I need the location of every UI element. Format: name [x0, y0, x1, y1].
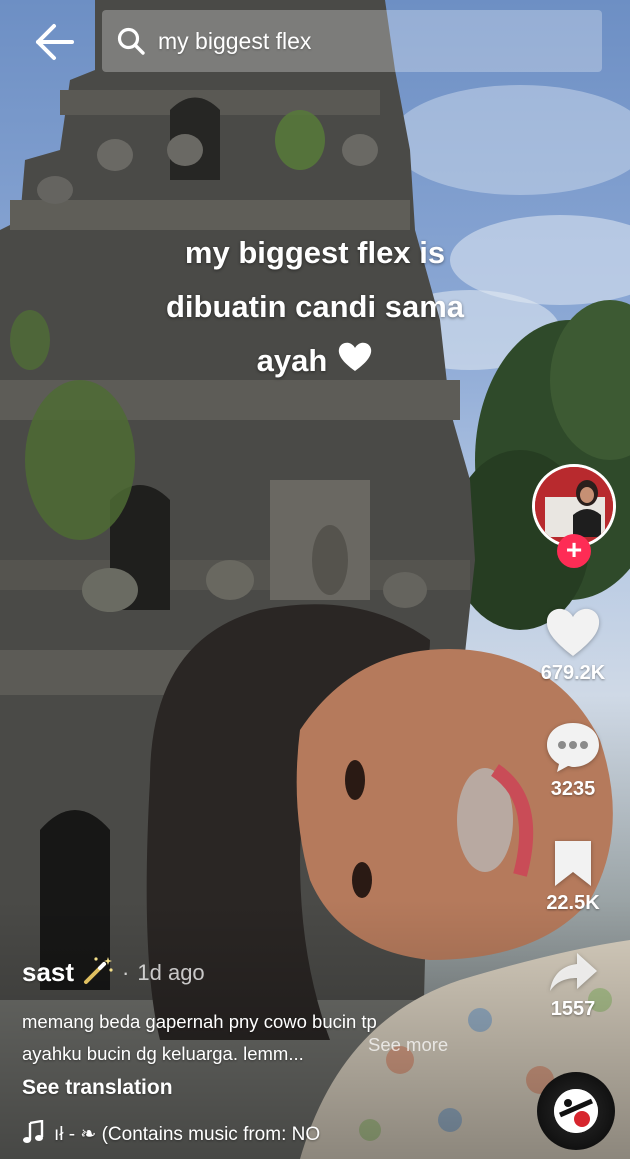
author-row: sast · 1d ago	[22, 955, 205, 990]
search-icon	[117, 27, 145, 55]
overlay-caption-line: my biggest flex is	[184, 235, 446, 270]
author-name[interactable]: sast	[22, 957, 74, 988]
like-count: 679.2K	[540, 662, 606, 684]
music-track-row[interactable]: ıł - ❧ (Contains music from: NO	[22, 1119, 321, 1149]
white-heart-icon	[337, 336, 373, 390]
overlay-caption-line-last: ayah	[120, 334, 510, 390]
plus-icon: +	[565, 534, 583, 565]
bookmark-icon	[555, 841, 591, 886]
comment-icon	[547, 723, 599, 772]
post-time: 1d ago	[137, 959, 205, 985]
comment-count: 3235	[550, 778, 596, 800]
comment-button[interactable]: 3235	[530, 720, 616, 801]
bookmark-button[interactable]: 22.5K	[530, 838, 616, 915]
arrow-left-icon	[36, 24, 74, 60]
separator-dot: ·	[122, 959, 130, 985]
see-more-link[interactable]: See more	[368, 1034, 448, 1056]
overlay-caption-line: dibuatin candi sama	[165, 289, 464, 324]
share-count: 1557	[550, 998, 596, 1020]
like-button[interactable]: 679.2K	[530, 606, 616, 685]
bookmark-count: 22.5K	[546, 892, 600, 914]
overlay-caption: my biggest flex is dibuatin candi sama a…	[120, 226, 510, 390]
search-bar[interactable]: my biggest flex	[102, 10, 602, 72]
overlay-caption-text: ayah	[256, 343, 328, 378]
music-note-icon	[22, 1119, 44, 1149]
share-button[interactable]: 1557	[530, 950, 616, 1021]
search-query[interactable]: my biggest flex	[158, 28, 311, 55]
music-disc[interactable]	[537, 1072, 615, 1150]
music-disc-cover	[554, 1089, 598, 1133]
see-translation-link[interactable]: See translation	[22, 1076, 173, 1100]
share-icon	[550, 953, 597, 991]
music-track-name: ıł - ❧ (Contains music from: NO	[54, 1124, 321, 1145]
magic-wand-icon	[82, 955, 114, 990]
follow-button[interactable]: +	[557, 534, 591, 568]
heart-icon	[546, 608, 600, 656]
back-button[interactable]	[30, 20, 78, 64]
record-cover-icon	[554, 1089, 598, 1133]
creator-avatar[interactable]: +	[532, 464, 616, 568]
